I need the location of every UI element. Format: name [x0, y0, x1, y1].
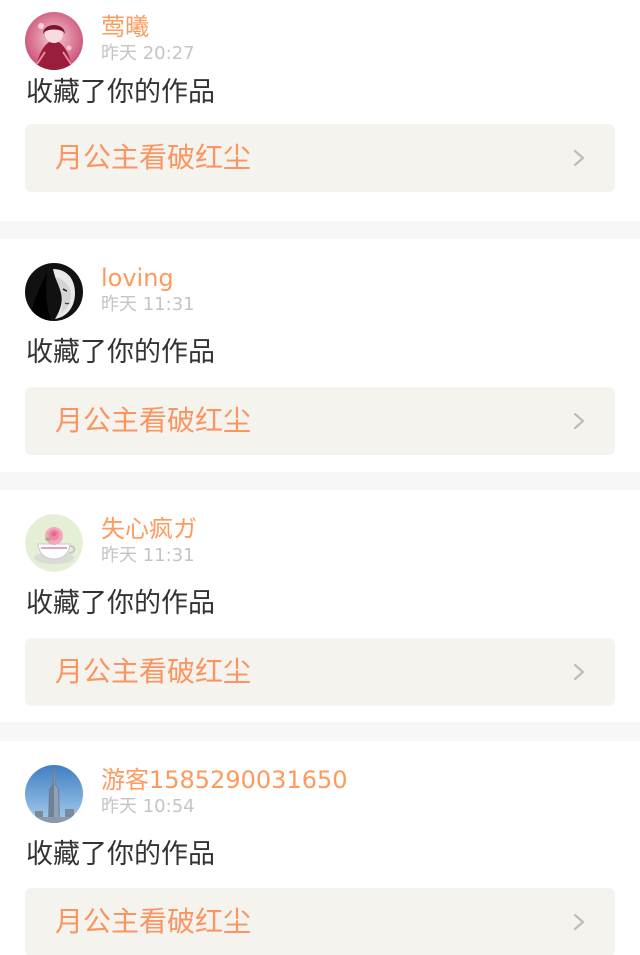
timestamp: 昨天 11:31: [101, 545, 195, 566]
notification-card: 游客1585290031650 昨天 10:54 收藏了你的作品 月公主看破红尘: [0, 741, 640, 955]
dark-woman-portrait-avatar-icon: [25, 263, 83, 321]
chevron-right-icon: [573, 412, 585, 430]
notification-header: loving 昨天 11:31: [25, 263, 195, 323]
user-meta: 游客1585290031650 昨天 10:54: [101, 765, 348, 818]
username-link[interactable]: 失心疯ガ: [101, 514, 197, 544]
notification-header: 失心疯ガ 昨天 11:31: [25, 514, 197, 574]
notification-card: 莺曦 昨天 20:27 收藏了你的作品 月公主看破红尘: [0, 0, 640, 221]
avatar[interactable]: [25, 12, 83, 70]
work-link[interactable]: 月公主看破红尘: [25, 638, 615, 706]
avatar[interactable]: [25, 514, 83, 572]
timestamp: 昨天 10:54: [101, 796, 195, 817]
notification-header: 莺曦 昨天 20:27: [25, 12, 195, 72]
anime-girl-avatar-icon: [25, 12, 83, 70]
username-link[interactable]: 游客1585290031650: [101, 765, 348, 795]
chevron-right-icon: [573, 913, 585, 931]
notification-card: 失心疯ガ 昨天 11:31 收藏了你的作品 月公主看破红尘: [0, 490, 640, 722]
user-meta: loving 昨天 11:31: [101, 263, 195, 316]
work-title: 月公主看破红尘: [55, 404, 252, 437]
teacup-rose-avatar-icon: [25, 514, 83, 572]
notification-card: loving 昨天 11:31 收藏了你的作品 月公主看破红尘: [0, 239, 640, 472]
timestamp: 昨天 20:27: [101, 43, 195, 64]
work-link[interactable]: 月公主看破红尘: [25, 124, 615, 192]
skyscraper-avatar-icon: [25, 765, 83, 823]
timestamp: 昨天 11:31: [101, 294, 195, 315]
work-title: 月公主看破红尘: [55, 141, 252, 174]
action-text: 收藏了你的作品: [26, 588, 215, 619]
avatar[interactable]: [25, 263, 83, 321]
action-text: 收藏了你的作品: [26, 77, 215, 108]
avatar[interactable]: [25, 765, 83, 823]
work-link[interactable]: 月公主看破红尘: [25, 387, 615, 455]
action-text: 收藏了你的作品: [26, 839, 215, 870]
work-link[interactable]: 月公主看破红尘: [25, 888, 615, 955]
work-title: 月公主看破红尘: [55, 905, 252, 938]
notification-header: 游客1585290031650 昨天 10:54: [25, 765, 348, 825]
notification-feed: 莺曦 昨天 20:27 收藏了你的作品 月公主看破红尘 loving 昨天 11…: [0, 0, 640, 955]
username-link[interactable]: 莺曦: [101, 12, 195, 42]
username-link[interactable]: loving: [101, 263, 195, 293]
work-title: 月公主看破红尘: [55, 655, 252, 688]
user-meta: 莺曦 昨天 20:27: [101, 12, 195, 65]
user-meta: 失心疯ガ 昨天 11:31: [101, 514, 197, 567]
chevron-right-icon: [573, 663, 585, 681]
chevron-right-icon: [573, 149, 585, 167]
action-text: 收藏了你的作品: [26, 337, 215, 368]
